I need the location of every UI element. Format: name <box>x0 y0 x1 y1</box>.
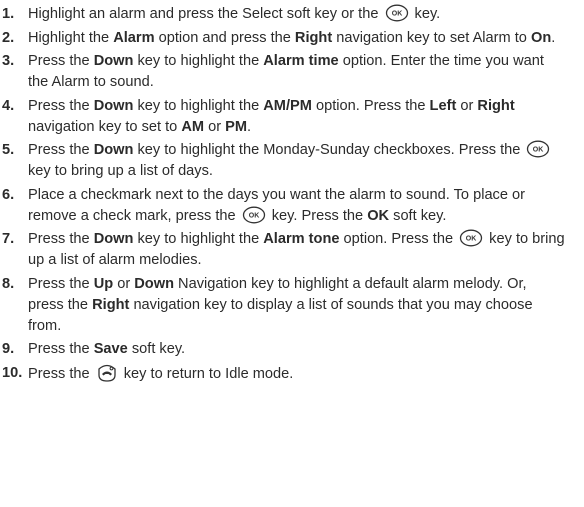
step-text-run: Press the <box>28 275 94 292</box>
ok-key-icon-label: OK <box>248 212 259 219</box>
step-number: 3. <box>2 53 15 69</box>
step-text: Press the Save soft key. <box>28 339 566 360</box>
step-text-run: Press the <box>28 341 94 357</box>
step-text-run: or <box>456 97 478 114</box>
step-keyword: Alarm <box>113 29 155 46</box>
step-text: Place a checkmark next to the days you w… <box>28 185 566 227</box>
step-text: Press the key to return to Idle mode. <box>28 363 566 385</box>
step-text: Press the Up or Down Navigation key to h… <box>28 274 566 337</box>
step-keyword: Down <box>134 275 174 292</box>
step-keyword: Right <box>92 296 130 313</box>
step-text-run: key to bring up a list of days. <box>28 163 213 179</box>
step-number: 1. <box>2 6 15 22</box>
step-text-run: . <box>247 118 252 135</box>
step-text: Press the Down key to highlight the Mond… <box>28 140 566 182</box>
step-keyword: AM/PM <box>263 97 312 114</box>
step-keyword: Alarm time <box>263 53 339 69</box>
step-text: Highlight the Alarm option and press the… <box>28 28 566 49</box>
step-item: 3. Press the Down key to highlight the Al… <box>2 51 566 93</box>
step-item: 9. Press the Save soft key. <box>2 339 566 360</box>
step-keyword: Save <box>93 341 128 357</box>
step-keyword: AM <box>181 118 205 135</box>
instruction-steps-list: 1. Highlight an alarm and press the Selec… <box>0 0 574 385</box>
step-keyword: Down <box>93 97 134 114</box>
step-number: 6. <box>2 186 15 203</box>
step-text-run: soft key. <box>389 207 447 224</box>
step-text: Press the Down key to highlight the Alar… <box>28 229 566 271</box>
step-text-run: Press the <box>28 365 94 382</box>
step-keyword: Down <box>93 53 134 69</box>
step-item: 6. Place a checkmark next to the days you… <box>2 185 566 227</box>
step-number: 2. <box>2 29 15 46</box>
ok-key-icon: OK <box>242 206 265 223</box>
ok-key-icon: OK <box>385 4 408 22</box>
step-item: 7. Press the Down key to highlight the Al… <box>2 229 566 271</box>
step-keyword: Down <box>93 142 134 158</box>
step-item: 1. Highlight an alarm and press the Selec… <box>2 4 566 25</box>
step-number: 8. <box>2 275 15 292</box>
step-text-run: key to highlight the <box>133 53 264 69</box>
step-number: 10. <box>2 364 23 381</box>
step-number: 7. <box>2 231 15 247</box>
step-text-run: option. Press the <box>339 231 458 247</box>
step-text-run: or <box>113 275 135 292</box>
ok-key-icon-label: OK <box>533 147 544 154</box>
step-text: Press the Down key to highlight the AM/P… <box>28 96 566 138</box>
ok-key-icon: OK <box>527 140 550 158</box>
step-text-run: key to return to Idle mode. <box>119 365 294 382</box>
step-text-run: key to highlight the <box>133 97 264 114</box>
step-text-run: Press the <box>28 231 94 247</box>
step-text-run: . <box>551 29 556 46</box>
step-text: Highlight an alarm and press the Select … <box>28 4 566 25</box>
step-text-run: Highlight an alarm and press the Select … <box>28 6 383 22</box>
ok-key-icon-label: OK <box>391 11 402 18</box>
step-keyword: Right <box>477 97 515 114</box>
step-text-run: or <box>204 118 226 135</box>
step-keyword: Down <box>93 231 134 247</box>
step-text-run: Press the <box>28 53 94 69</box>
step-item: 10. Press the key to return to Idle mode. <box>2 363 566 385</box>
step-keyword: Left <box>429 97 457 114</box>
step-number: 9. <box>2 341 15 357</box>
end-key-icon <box>98 364 116 382</box>
step-text-run: key to highlight the Monday-Sunday check… <box>133 142 525 158</box>
step-text-run: option. Press the <box>311 97 430 114</box>
step-keyword: Right <box>294 29 333 46</box>
step-keyword: Up <box>93 275 114 292</box>
step-text: Press the Down key to highlight the Alar… <box>28 51 566 93</box>
step-item: 2. Highlight the Alarm option and press t… <box>2 28 566 49</box>
step-item: 4. Press the Down key to highlight the AM… <box>2 96 566 138</box>
step-text-run: navigation key to set to <box>28 118 182 135</box>
step-text-run: key. <box>410 6 441 22</box>
step-text-run: option and press the <box>154 29 295 46</box>
step-number: 4. <box>2 97 15 114</box>
step-number: 5. <box>2 142 15 158</box>
step-text-run: key to highlight the <box>133 231 264 247</box>
step-text-run: Press the <box>28 142 94 158</box>
step-keyword: PM <box>225 118 248 135</box>
step-item: 5. Press the Down key to highlight the Mo… <box>2 140 566 182</box>
step-text-run: navigation key to set Alarm to <box>332 29 531 46</box>
step-text-run: Highlight the <box>28 29 114 46</box>
step-text-run: Press the <box>28 97 94 114</box>
step-keyword: On <box>530 29 552 46</box>
ok-key-icon-label: OK <box>466 236 477 243</box>
step-item: 8. Press the Up or Down Navigation key to… <box>2 274 566 337</box>
step-text-run: soft key. <box>127 341 186 357</box>
step-text-run: key. Press the <box>267 207 368 224</box>
step-keyword: OK <box>367 207 390 224</box>
step-keyword: Alarm tone <box>263 231 340 247</box>
ok-key-icon: OK <box>459 229 483 247</box>
